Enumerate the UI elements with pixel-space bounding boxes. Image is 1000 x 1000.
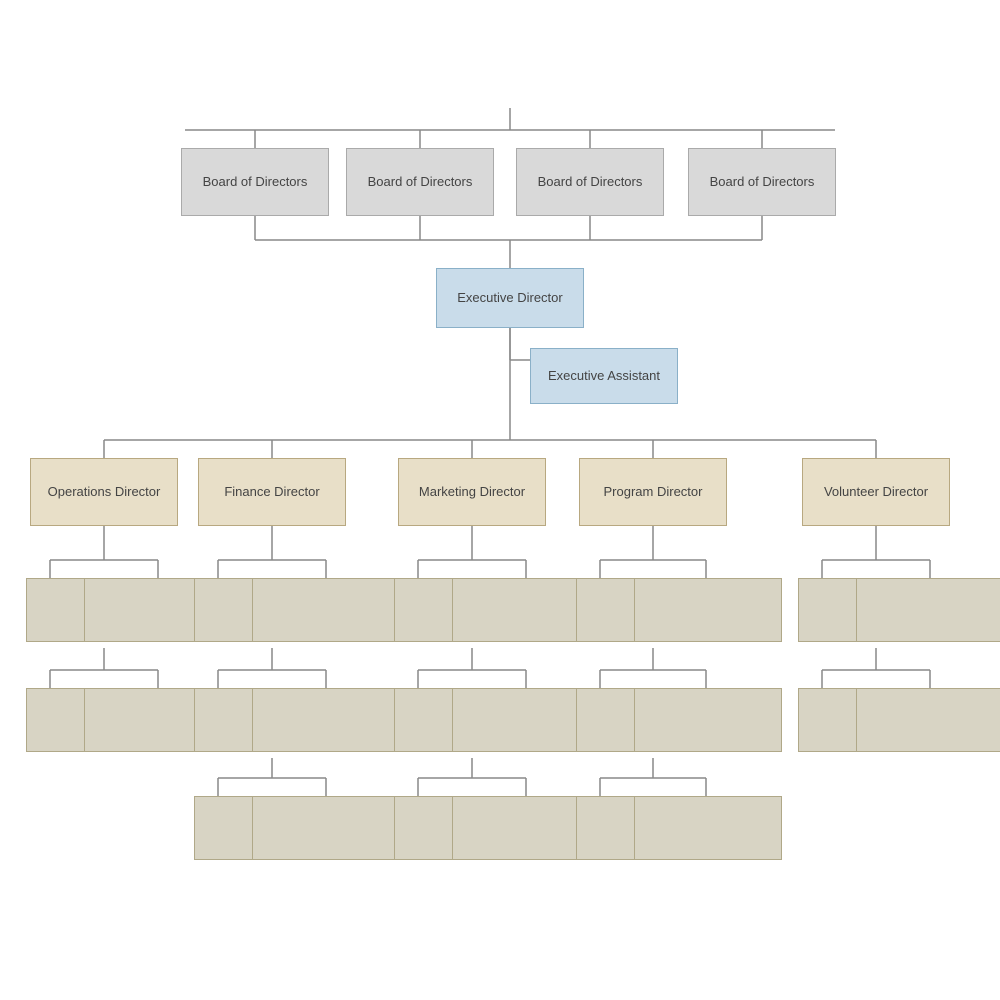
board4-label: Board of Directors <box>710 174 815 191</box>
volunteer-label: Volunteer Director <box>824 484 928 501</box>
board3-label: Board of Directors <box>538 174 643 191</box>
prog-sub-4 <box>634 688 782 752</box>
ops-director-node: Operations Director <box>30 458 178 526</box>
board-node-1: Board of Directors <box>181 148 329 216</box>
vol-sub-2 <box>856 578 1000 642</box>
board2-label: Board of Directors <box>368 174 473 191</box>
board1-label: Board of Directors <box>203 174 308 191</box>
exec-director-label: Executive Director <box>457 290 562 307</box>
finance-sub-6 <box>252 796 400 860</box>
finance-director-node: Finance Director <box>198 458 346 526</box>
board-node-4: Board of Directors <box>688 148 836 216</box>
program-director-node: Program Director <box>579 458 727 526</box>
exec-assistant-label: Executive Assistant <box>548 368 660 385</box>
finance-sub-4 <box>252 688 400 752</box>
prog-sub-2 <box>634 578 782 642</box>
finance-label: Finance Director <box>224 484 319 501</box>
org-chart: Board of Directors Board of Directors Bo… <box>0 0 1000 1000</box>
finance-sub-2 <box>252 578 400 642</box>
board-node-3: Board of Directors <box>516 148 664 216</box>
program-label: Program Director <box>604 484 703 501</box>
exec-assistant-node: Executive Assistant <box>530 348 678 404</box>
ops-label: Operations Director <box>48 484 161 501</box>
board-node-2: Board of Directors <box>346 148 494 216</box>
vol-sub-4 <box>856 688 1000 752</box>
marketing-label: Marketing Director <box>419 484 525 501</box>
exec-director-node: Executive Director <box>436 268 584 328</box>
marketing-director-node: Marketing Director <box>398 458 546 526</box>
volunteer-director-node: Volunteer Director <box>802 458 950 526</box>
prog-sub-6 <box>634 796 782 860</box>
